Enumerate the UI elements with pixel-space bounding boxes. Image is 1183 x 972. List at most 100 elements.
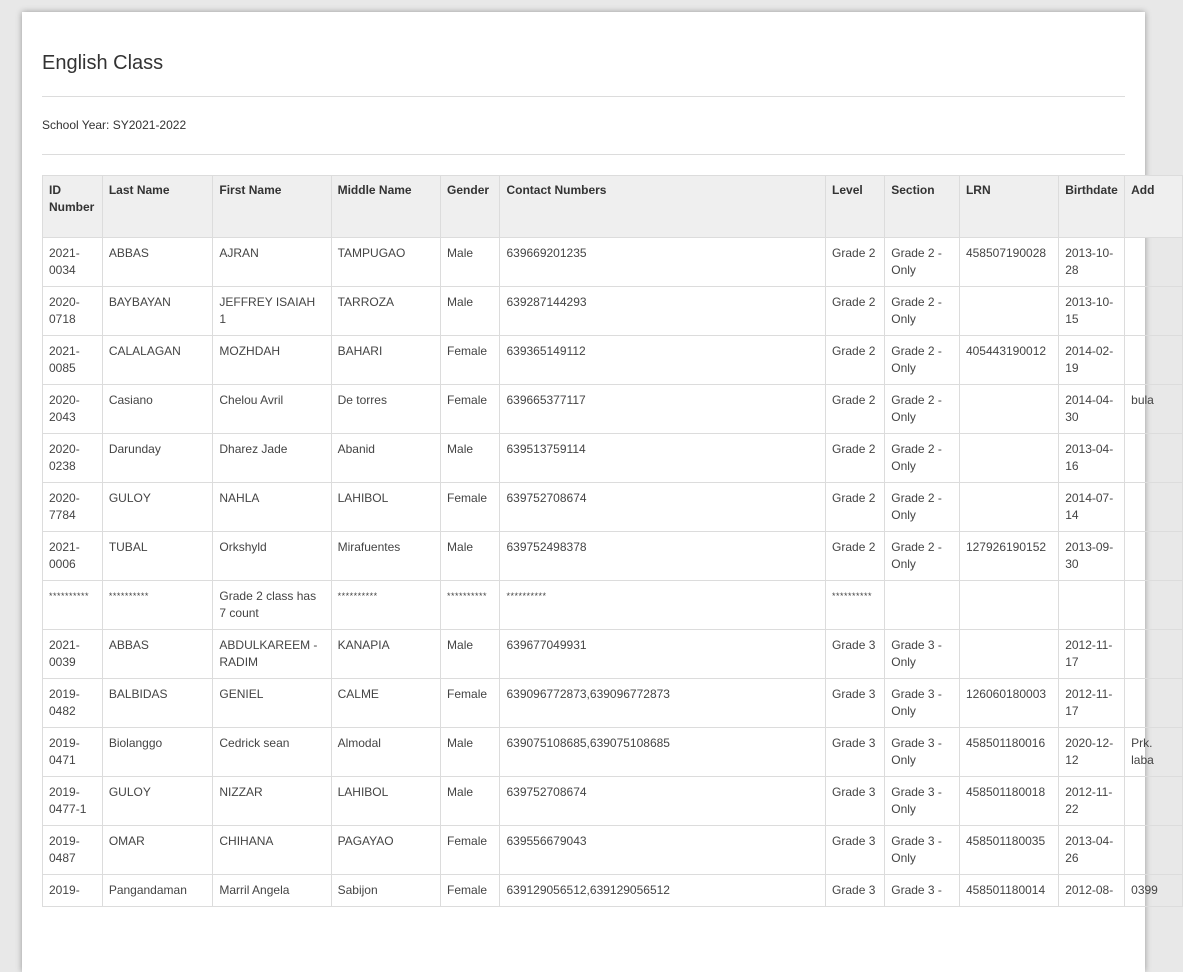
cell-section: Grade 3 - Only (884, 629, 960, 679)
cell-id-number: 2019-0482 (42, 678, 103, 728)
cell-section: Grade 2 - Only (884, 335, 960, 385)
cell-gender: Female (440, 384, 501, 434)
cell-gender: Male (440, 531, 501, 581)
col-first-name: First Name (212, 175, 332, 238)
table-row: 2020-2043 Casiano Chelou Avril De torres Fem… (42, 384, 1183, 434)
cell-first-name: GENIEL (212, 678, 332, 728)
cell-address (1124, 580, 1183, 630)
table-row: 2020-7784 GULOY NAHLA LAHIBOL Female 63975270… (42, 482, 1183, 532)
cell-section: Grade 3 - Only (884, 678, 960, 728)
col-id-number: ID Number (42, 175, 103, 238)
cell-level: Grade 2 (825, 384, 886, 434)
cell-middle-name: Mirafuentes (330, 531, 442, 581)
cell-lrn (958, 580, 1060, 630)
cell-last-name: CALALAGAN (101, 335, 214, 385)
cell-last-name: OMAR (101, 825, 214, 875)
cell-contact-numbers: 639556679043 (499, 825, 827, 875)
cell-id-number: 2019-0487 (42, 825, 103, 875)
cell-middle-name: PAGAYAO (330, 825, 442, 875)
col-middle-name: Middle Name (330, 175, 442, 238)
cell-last-name: GULOY (101, 776, 214, 826)
cell-address (1124, 433, 1183, 483)
cell-first-name: JEFFREY ISAIAH 1 (212, 286, 332, 336)
cell-contact-numbers: 639129056512,639129056512 (499, 874, 827, 907)
table-row: 2020-0238 Darunday Dharez Jade Abanid Male 63… (42, 433, 1183, 483)
cell-middle-name: TARROZA (330, 286, 442, 336)
cell-first-name: Grade 2 class has 7 count (212, 580, 332, 630)
cell-section: Grade 2 - Only (884, 433, 960, 483)
cell-id-number: 2019-0471 (42, 727, 103, 777)
cell-address: 0399 (1124, 874, 1183, 907)
cell-gender: Male (440, 433, 501, 483)
cell-first-name: MOZHDAH (212, 335, 332, 385)
table-row: 2019-0477-1 GULOY NIZZAR LAHIBOL Male 6397527… (42, 776, 1183, 826)
col-section: Section (884, 175, 960, 238)
col-contact-numbers: Contact Numbers (499, 175, 827, 238)
cell-birthdate: 2013-09-30 (1058, 531, 1126, 581)
cell-section: Grade 3 - Only (884, 825, 960, 875)
cell-address (1124, 482, 1183, 532)
cell-section: Grade 3 - Only (884, 727, 960, 777)
cell-birthdate: 2012-11-17 (1058, 678, 1126, 728)
cell-middle-name: ********** (330, 580, 442, 630)
cell-address (1124, 776, 1183, 826)
cell-contact-numbers: ********** (499, 580, 827, 630)
cell-address: bula (1124, 384, 1183, 434)
cell-address (1124, 237, 1183, 287)
cell-last-name: BALBIDAS (101, 678, 214, 728)
cell-contact-numbers: 639677049931 (499, 629, 827, 679)
cell-contact-numbers: 639075108685,639075108685 (499, 727, 827, 777)
cell-first-name: AJRAN (212, 237, 332, 287)
cell-level: Grade 2 (825, 335, 886, 385)
page-title: English Class (42, 52, 164, 74)
col-lrn: LRN (958, 175, 1060, 238)
cell-id-number: 2020-7784 (42, 482, 103, 532)
cell-birthdate: 2014-04-30 (1058, 384, 1126, 434)
cell-lrn: 458501180035 (958, 825, 1060, 875)
cell-gender: Male (440, 727, 501, 777)
cell-level: Grade 3 (825, 825, 886, 875)
students-table-wrapper[interactable]: ID Number Last Name First Name Middle Na… (42, 175, 1183, 959)
cell-address (1124, 335, 1183, 385)
cell-id-number: 2021-0034 (42, 237, 103, 287)
col-gender: Gender (440, 175, 501, 238)
cell-gender: Female (440, 874, 501, 907)
divider (42, 154, 1125, 155)
cell-lrn (958, 384, 1060, 434)
cell-gender: ********** (440, 580, 501, 630)
cell-first-name: Marril Angela (212, 874, 332, 907)
cell-level: Grade 3 (825, 727, 886, 777)
cell-last-name: TUBAL (101, 531, 214, 581)
cell-gender: Male (440, 776, 501, 826)
cell-birthdate: 2020-12-12 (1058, 727, 1126, 777)
cell-last-name: GULOY (101, 482, 214, 532)
cell-first-name: CHIHANA (212, 825, 332, 875)
cell-last-name: BAYBAYAN (101, 286, 214, 336)
cell-address (1124, 825, 1183, 875)
cell-birthdate: 2014-07-14 (1058, 482, 1126, 532)
table-row: 2021-0085 CALALAGAN MOZHDAH BAHARI Female 639… (42, 335, 1183, 385)
class-card: English Class School Year: SY2021-2022 I… (22, 12, 1183, 972)
table-row: 2019- Pangandaman Marril Angela Sabijon Fema… (42, 874, 1183, 907)
cell-contact-numbers: 639665377117 (499, 384, 827, 434)
table-row: 2021-0039 ABBAS ABDULKAREEM - RADIM KANAPIA… (42, 629, 1183, 679)
cell-middle-name: TAMPUGAO (330, 237, 442, 287)
cell-section: Grade 3 - (884, 874, 960, 907)
cell-middle-name: De torres (330, 384, 442, 434)
cell-address (1124, 678, 1183, 728)
cell-middle-name: CALME (330, 678, 442, 728)
cell-id-number: 2019- (42, 874, 103, 907)
cell-level: ********** (825, 580, 886, 630)
cell-birthdate: 2012-11-17 (1058, 629, 1126, 679)
cell-address (1124, 286, 1183, 336)
divider (42, 96, 1125, 97)
cell-last-name: Darunday (101, 433, 214, 483)
cell-first-name: ABDULKAREEM - RADIM (212, 629, 332, 679)
col-address: Add (1124, 175, 1183, 238)
cell-lrn: 458507190028 (958, 237, 1060, 287)
cell-last-name: Casiano (101, 384, 214, 434)
cell-gender: Male (440, 629, 501, 679)
cell-birthdate: 2013-10-15 (1058, 286, 1126, 336)
cell-last-name: Pangandaman (101, 874, 214, 907)
table-body: 2021-0034 ABBAS AJRAN TAMPUGAO Male 639669201… (42, 237, 1183, 907)
